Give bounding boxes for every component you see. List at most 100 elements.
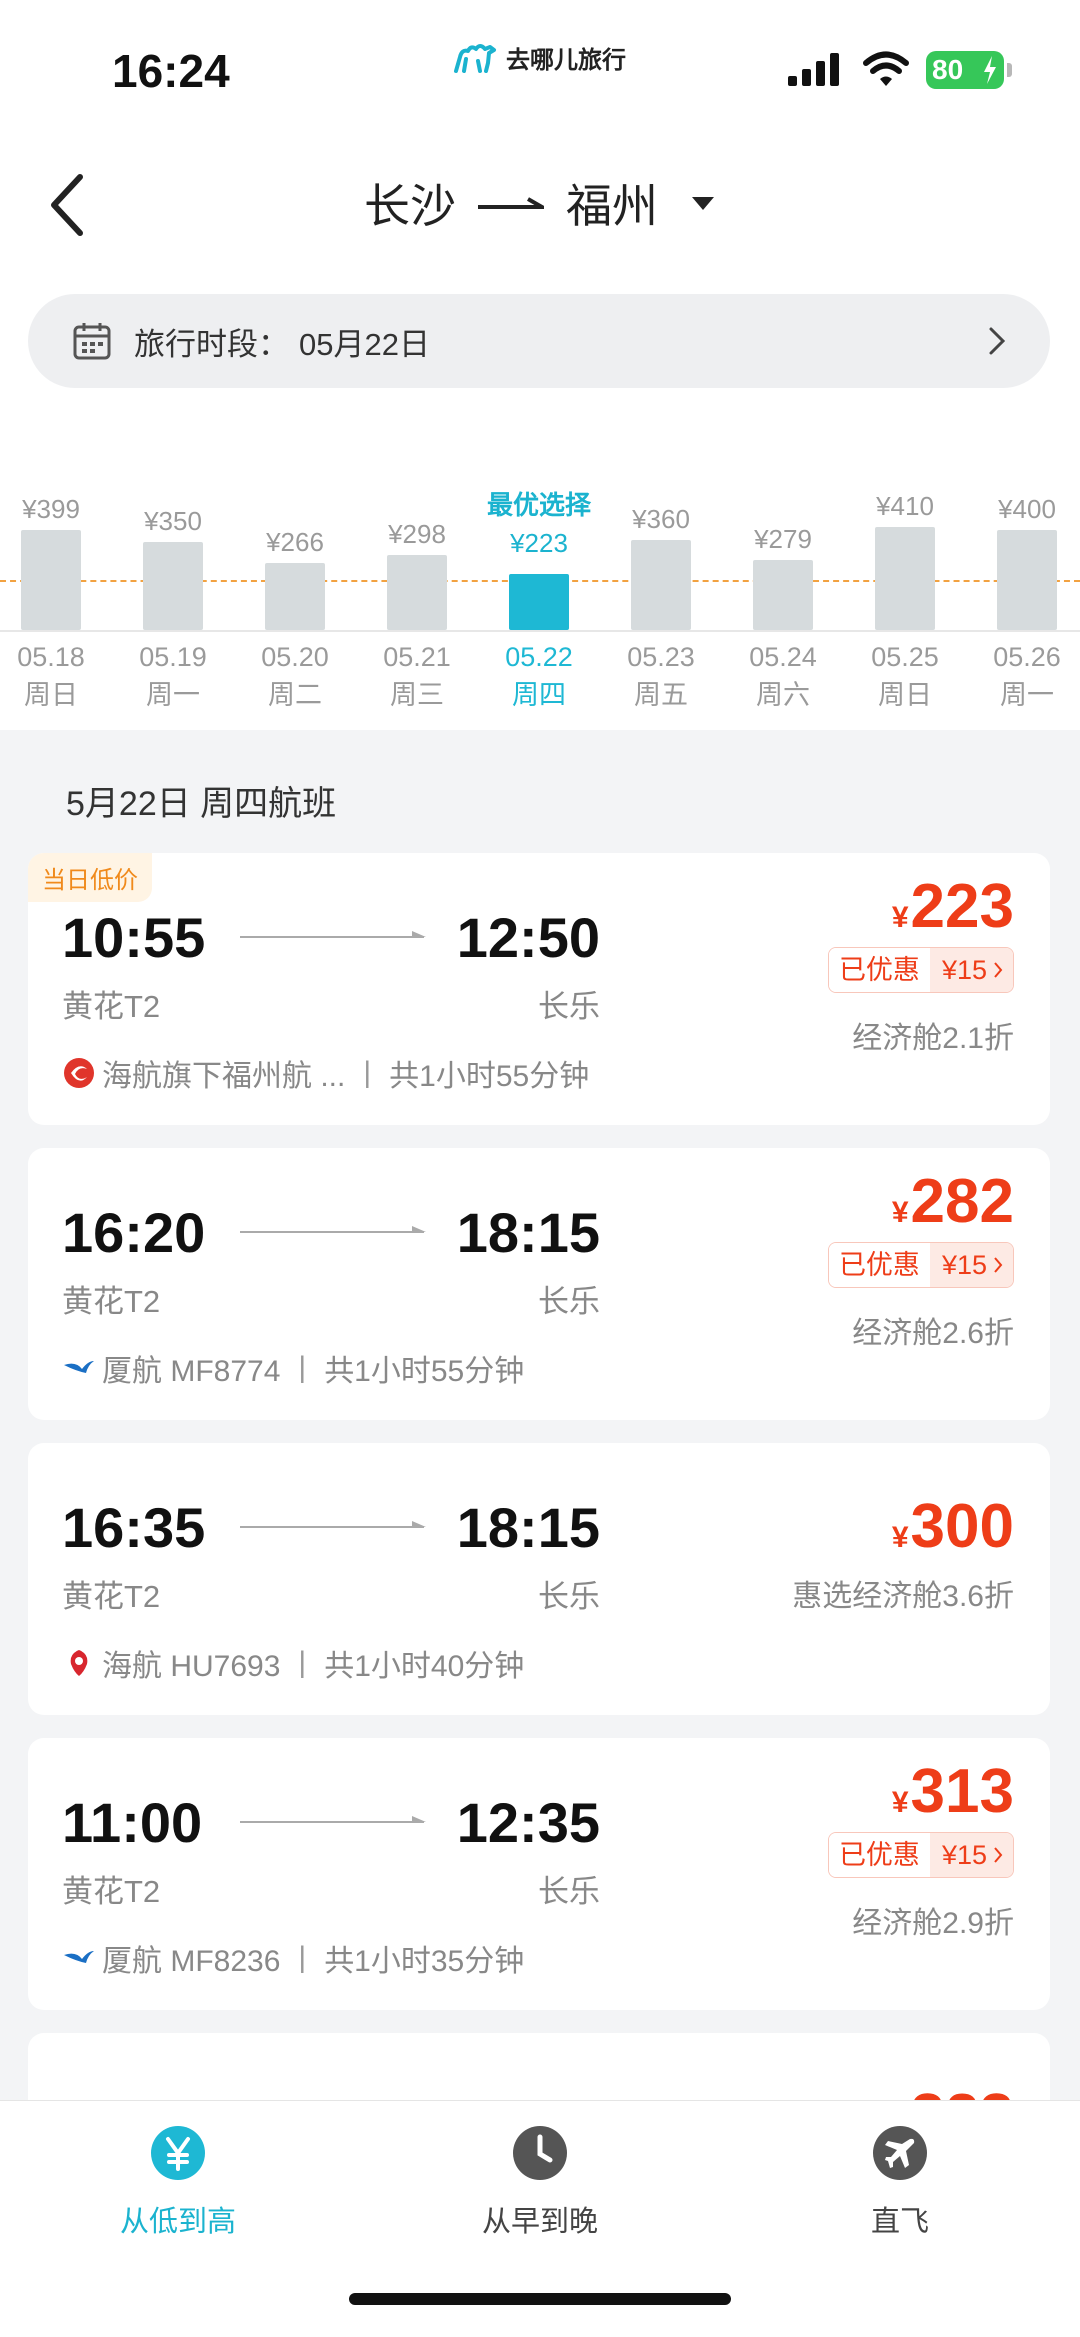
chart-date: 05.25: [871, 642, 939, 672]
chart-price-label: ¥298: [388, 519, 446, 549]
chart-day-05.19[interactable]: ¥350 05.19 周一: [112, 470, 234, 730]
travel-period-selector[interactable]: 旅行时段： 05月22日: [28, 294, 1050, 388]
chart-bar: [875, 527, 935, 630]
chart-best-choice: 最优选择 ¥223: [478, 486, 600, 562]
price-value: 313: [910, 1757, 1014, 1826]
chart-day-05.23[interactable]: ¥360 05.23 周五: [600, 470, 722, 730]
chart-weekday: 周三: [390, 680, 444, 710]
chart-weekday: 周一: [1000, 680, 1054, 710]
discount-badge[interactable]: 已优惠 ¥15: [827, 1832, 1014, 1878]
chart-date-label: 05.19 周一: [112, 638, 234, 714]
flight-arrow-icon: [240, 1226, 426, 1233]
signal-icon: [788, 53, 839, 86]
flight-price: ¥313: [892, 1756, 1014, 1827]
wifi-icon: [863, 51, 909, 86]
chart-weekday: 周日: [878, 680, 932, 710]
chart-day-05.21[interactable]: ¥298 05.21 周三: [356, 470, 478, 730]
origin-city: 长沙: [364, 180, 456, 232]
arrival-time: 12:35: [456, 1791, 600, 1854]
chart-weekday: 周六: [756, 680, 810, 710]
arrival-time: 18:15: [456, 1496, 600, 1559]
xiamen-airlines-logo-icon: [64, 1361, 94, 1373]
chevron-right-icon: [994, 962, 1003, 978]
brand-name: 去哪儿旅行: [506, 47, 626, 74]
flight-duration: 共1小时55分钟: [389, 1060, 590, 1093]
discount-amount-wrap: ¥15: [929, 1833, 1013, 1877]
departure-airport: 黄花T2: [62, 1874, 161, 1909]
discount-badge[interactable]: 已优惠 ¥15: [827, 947, 1014, 993]
brand-logo: 去哪儿旅行: [452, 40, 626, 75]
chart-day-05.18[interactable]: ¥399 05.18 周日: [0, 470, 112, 730]
period-label: 旅行时段：: [134, 326, 289, 362]
chevron-right-icon: [994, 1257, 1003, 1273]
chart-price-label: ¥410: [876, 491, 934, 521]
chart-best-label: 最优选择: [486, 490, 591, 520]
flight-arrow-icon: [240, 931, 426, 938]
direct-label: 直飞: [870, 2206, 929, 2238]
cabin-class: 惠选经济舱3.6折: [792, 1580, 1014, 1613]
price-value: 300: [910, 1492, 1014, 1561]
flight-duration: 共1小时55分钟: [324, 1355, 525, 1388]
currency-symbol: ¥: [891, 901, 909, 934]
status-bar: 16:24 去哪儿旅行 80: [0, 0, 1080, 130]
chart-day-05.24[interactable]: ¥279 05.24 周六: [722, 470, 844, 730]
discount-label: 已优惠: [828, 948, 930, 992]
battery-indicator: 80: [926, 51, 1012, 89]
flight-card[interactable]: 当日低价 10:55 12:50 黄花T2 长乐 海航旗下福州航 ... | 共1小时55分钟…: [28, 853, 1050, 1125]
departure-airport: 黄花T2: [62, 1284, 161, 1319]
sort-price-low-high[interactable]: 从低到高: [68, 2125, 288, 2240]
chart-weekday: 周二: [268, 680, 322, 710]
period-date: 05月22日: [299, 326, 430, 362]
route-selector[interactable]: 长沙 福州: [0, 170, 1080, 236]
chevron-right-icon: [994, 1847, 1003, 1863]
discount-amount-wrap: ¥15: [929, 1243, 1013, 1287]
discount-amount-wrap: ¥15: [929, 948, 1013, 992]
flight-duration: 共1小时40分钟: [324, 1650, 525, 1683]
currency-symbol: ¥: [891, 1521, 909, 1554]
caret-down-icon: [692, 197, 714, 210]
sort-time-early-late[interactable]: 从早到晚: [430, 2125, 650, 2240]
xiamen-airlines-logo-icon: [64, 1951, 94, 1963]
chart-bar: [753, 560, 813, 630]
departure-time: 10:55: [62, 906, 206, 969]
flight-list-title: 5月22日 周四航班: [66, 785, 337, 823]
chart-date: 05.23: [627, 642, 695, 672]
chart-day-05.20[interactable]: ¥266 05.20 周二: [234, 470, 356, 730]
discount-badge[interactable]: 已优惠 ¥15: [827, 1242, 1014, 1288]
chart-bar: [509, 574, 569, 630]
filter-direct[interactable]: 直飞: [790, 2125, 1010, 2240]
airline-info: 海航 HU7693 | 共1小时40分钟: [62, 1641, 524, 1685]
flight-price: ¥282: [892, 1166, 1014, 1237]
chart-price-label: ¥350: [144, 506, 202, 536]
flight-card[interactable]: 16:20 18:15 黄花T2 长乐 厦航 MF8774 | 共1小时55分钟 ¥282 已优…: [28, 1148, 1050, 1420]
chart-price-label: ¥266: [266, 527, 324, 557]
route-arrow-icon: [478, 197, 544, 209]
sort-time-label: 从早到晚: [481, 2206, 598, 2238]
departure-time: 16:20: [62, 1201, 206, 1264]
chart-date-label: 05.22 周四: [478, 638, 600, 714]
flight-duration: 共1小时35分钟: [324, 1945, 525, 1978]
calendar-icon: [73, 323, 111, 360]
arrival-airport: 长乐: [538, 989, 600, 1024]
separator: |: [298, 1351, 307, 1384]
fuzhou-airlines-logo-icon: [64, 1058, 94, 1088]
chart-date: 05.24: [749, 642, 817, 672]
battery-level: 80: [932, 54, 964, 85]
discount-amount: ¥15: [941, 1250, 987, 1280]
chart-weekday: 周五: [634, 680, 688, 710]
chart-day-05.25[interactable]: ¥410 05.25 周日: [844, 470, 966, 730]
chart-day-05.22[interactable]: 最优选择 ¥223 05.22 周四: [478, 470, 600, 730]
chevron-right-icon: [989, 327, 1006, 355]
flight-card[interactable]: 11:00 12:35 黄花T2 长乐 厦航 MF8236 | 共1小时35分钟 ¥313 已优…: [28, 1738, 1050, 2010]
chart-bar: [143, 542, 203, 630]
departure-airport: 黄花T2: [62, 1579, 161, 1614]
chart-day-05.26[interactable]: ¥400 05.26 周一: [966, 470, 1080, 730]
chart-date: 05.18: [17, 642, 85, 672]
separator: |: [298, 1646, 307, 1679]
airline-info: 海航旗下福州航 ... | 共1小时55分钟: [62, 1051, 589, 1095]
chart-price-label: ¥400: [998, 494, 1056, 524]
chart-date-label: 05.26 周一: [966, 638, 1080, 714]
arrival-airport: 长乐: [538, 1284, 600, 1319]
flight-card[interactable]: 16:35 18:15 黄花T2 长乐 海航 HU7693 | 共1小时40分钟 ¥300 惠选…: [28, 1443, 1050, 1715]
airline-info: 厦航 MF8774 | 共1小时55分钟: [62, 1346, 524, 1390]
